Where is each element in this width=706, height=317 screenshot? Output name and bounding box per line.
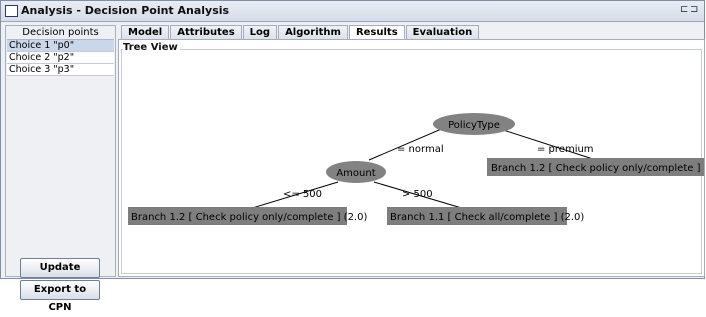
decision-points-list: Choice 1 "p0" Choice 2 "p2" Choice 3 "p3… bbox=[7, 40, 114, 236]
node-amount-label: Amount bbox=[336, 168, 375, 179]
update-results-button[interactable]: Update results bbox=[20, 258, 100, 291]
tab-log[interactable]: Log bbox=[242, 25, 278, 39]
decision-point-item[interactable]: Choice 2 "p2" bbox=[7, 52, 114, 64]
window-icon bbox=[5, 5, 18, 17]
edge-label-le500: <= 500 bbox=[283, 189, 322, 200]
decision-points-header: Decision points bbox=[7, 27, 114, 40]
node-policytype-label: PolicyType bbox=[448, 120, 500, 131]
tab-results[interactable]: Results bbox=[348, 25, 405, 39]
tab-attributes[interactable]: Attributes bbox=[170, 25, 242, 39]
maximize-icon[interactable]: ⊐ bbox=[690, 4, 700, 15]
title-bar: Analysis - Decision Point Analysis ⊏⊐ bbox=[1, 1, 704, 22]
edge-label-normal: = normal bbox=[397, 144, 444, 155]
edge-label-gt500: > 500 bbox=[402, 189, 433, 200]
leaf-le500-label: Branch 1.2 [ Check policy only/complete … bbox=[131, 212, 367, 223]
tab-evaluation[interactable]: Evaluation bbox=[405, 25, 480, 39]
tab-model[interactable]: Model bbox=[121, 25, 170, 39]
leaf-gt500-label: Branch 1.1 [ Check all/complete ] (2.0) bbox=[390, 212, 584, 223]
decision-point-item[interactable]: Choice 1 "p0" bbox=[7, 40, 114, 52]
export-to-cpn-button[interactable]: Export to CPN bbox=[20, 280, 100, 313]
window-controls: ⊏⊐ bbox=[680, 4, 700, 15]
minimize-icon[interactable]: ⊏ bbox=[680, 4, 690, 15]
leaf-premium-label: Branch 1.2 [ Check policy only/complete … bbox=[491, 163, 704, 174]
edge-label-premium: = premium bbox=[537, 144, 594, 155]
results-content: Tree View = normal = premium <= 500 > 50… bbox=[118, 39, 705, 277]
tab-algorithm[interactable]: Algorithm bbox=[278, 25, 348, 39]
analysis-window: Analysis - Decision Point Analysis ⊏⊐ De… bbox=[0, 0, 705, 313]
tab-bar: Model Attributes Log Algorithm Results E… bbox=[121, 25, 480, 39]
decision-points-panel: Decision points Choice 1 "p0" Choice 2 "… bbox=[5, 25, 116, 313]
window-title: Analysis - Decision Point Analysis bbox=[21, 4, 230, 17]
tree-view-canvas: = normal = premium <= 500 > 500 PolicyTy… bbox=[128, 113, 704, 225]
decision-point-item[interactable]: Choice 3 "p3" bbox=[7, 64, 114, 76]
